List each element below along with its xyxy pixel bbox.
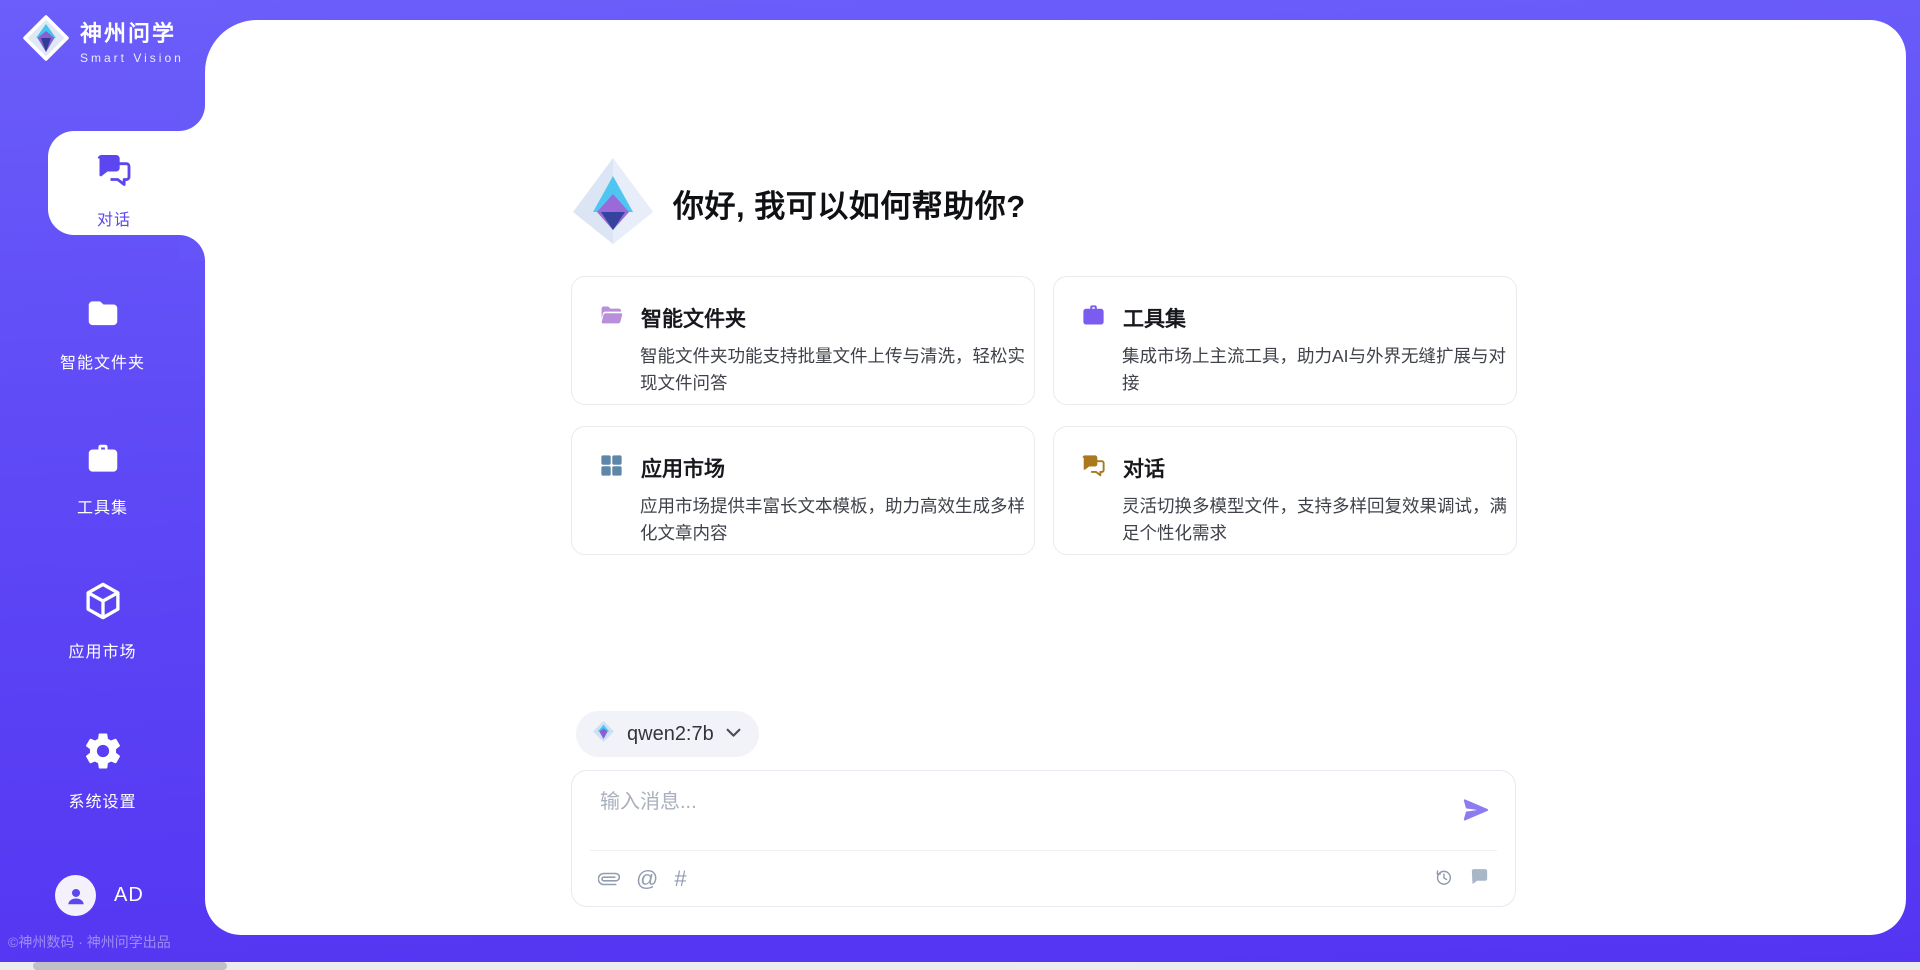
- card-title: 对话: [1123, 453, 1165, 483]
- chevron-down-icon: [726, 725, 741, 743]
- folder-open-icon: [598, 302, 625, 334]
- sidebar-item-smart-folder[interactable]: 智能文件夹: [0, 295, 205, 373]
- model-selector[interactable]: qwen2:7b: [576, 711, 759, 757]
- folder-icon: [84, 295, 122, 338]
- card-description: 智能文件夹功能支持批量文件上传与清洗，轻松实现文件问答: [640, 343, 1036, 397]
- avatar: [55, 875, 96, 916]
- briefcase-icon: [1080, 302, 1107, 334]
- message-input[interactable]: [600, 785, 1450, 841]
- greeting-text: 你好, 我可以如何帮助你?: [673, 181, 1026, 226]
- card-title: 应用市场: [641, 453, 725, 483]
- card-description: 集成市场上主流工具，助力AI与外界无缝扩展与对接: [1122, 343, 1518, 397]
- chat-bubbles-icon: [94, 150, 134, 195]
- history-icon[interactable]: [1433, 867, 1454, 888]
- user-account[interactable]: AD: [55, 875, 144, 916]
- gear-icon: [82, 730, 124, 777]
- brand-diamond-icon: [22, 14, 70, 67]
- sidebar-item-label: 对话: [97, 206, 131, 230]
- chat-bubbles-icon: [1080, 452, 1107, 484]
- cube-icon: [82, 580, 124, 627]
- paperclip-icon[interactable]: [598, 868, 620, 890]
- active-nav-fillet-top: [179, 105, 205, 131]
- greeting-block: 你好, 我可以如何帮助你?: [571, 156, 1026, 251]
- grid-icon: [598, 452, 625, 484]
- sidebar-item-label: 应用市场: [68, 638, 136, 662]
- sidebar-item-label: 工具集: [77, 494, 128, 518]
- brand-logo: 神州问学 Smart Vision: [22, 14, 184, 67]
- model-diamond-icon: [592, 720, 615, 748]
- horizontal-scrollbar: [0, 962, 1920, 970]
- message-composer: @ #: [571, 770, 1516, 907]
- horizontal-scrollbar-thumb[interactable]: [33, 962, 227, 970]
- sidebar-item-app-market[interactable]: 应用市场: [0, 580, 205, 662]
- card-toolset[interactable]: 工具集 集成市场上主流工具，助力AI与外界无缝扩展与对接: [1053, 276, 1517, 405]
- assistant-diamond-icon: [571, 156, 655, 251]
- card-smart-folder[interactable]: 智能文件夹 智能文件夹功能支持批量文件上传与清洗，轻松实现文件问答: [571, 276, 1035, 405]
- mention-icon[interactable]: @: [636, 866, 658, 892]
- sidebar-item-label: 智能文件夹: [60, 349, 145, 373]
- card-title: 智能文件夹: [641, 303, 746, 333]
- model-name: qwen2:7b: [627, 723, 714, 746]
- active-nav-fillet-bottom: [179, 235, 205, 261]
- chat-bubble-icon[interactable]: [1468, 866, 1491, 889]
- hash-icon[interactable]: #: [674, 866, 686, 892]
- user-name: AD: [114, 884, 144, 907]
- card-app-market[interactable]: 应用市场 应用市场提供丰富长文本模板，助力高效生成多样化文章内容: [571, 426, 1035, 555]
- card-description: 灵活切换多模型文件，支持多样回复效果调试，满足个性化需求: [1122, 493, 1518, 547]
- card-chat[interactable]: 对话 灵活切换多模型文件，支持多样回复效果调试，满足个性化需求: [1053, 426, 1517, 555]
- brand-subtitle: Smart Vision: [80, 51, 184, 65]
- copyright: ©神州数码 · 神州问学出品: [8, 932, 171, 952]
- sidebar-item-label: 系统设置: [68, 788, 136, 812]
- send-icon[interactable]: [1461, 795, 1491, 825]
- card-description: 应用市场提供丰富长文本模板，助力高效生成多样化文章内容: [640, 493, 1036, 547]
- brand-name: 神州问学: [80, 16, 184, 48]
- sidebar-item-chat[interactable]: 对话: [24, 150, 204, 230]
- briefcase-icon: [84, 440, 122, 483]
- sidebar-item-settings[interactable]: 系统设置: [0, 730, 205, 812]
- sidebar-item-toolset[interactable]: 工具集: [0, 440, 205, 518]
- composer-divider: [590, 850, 1497, 851]
- card-title: 工具集: [1123, 303, 1186, 333]
